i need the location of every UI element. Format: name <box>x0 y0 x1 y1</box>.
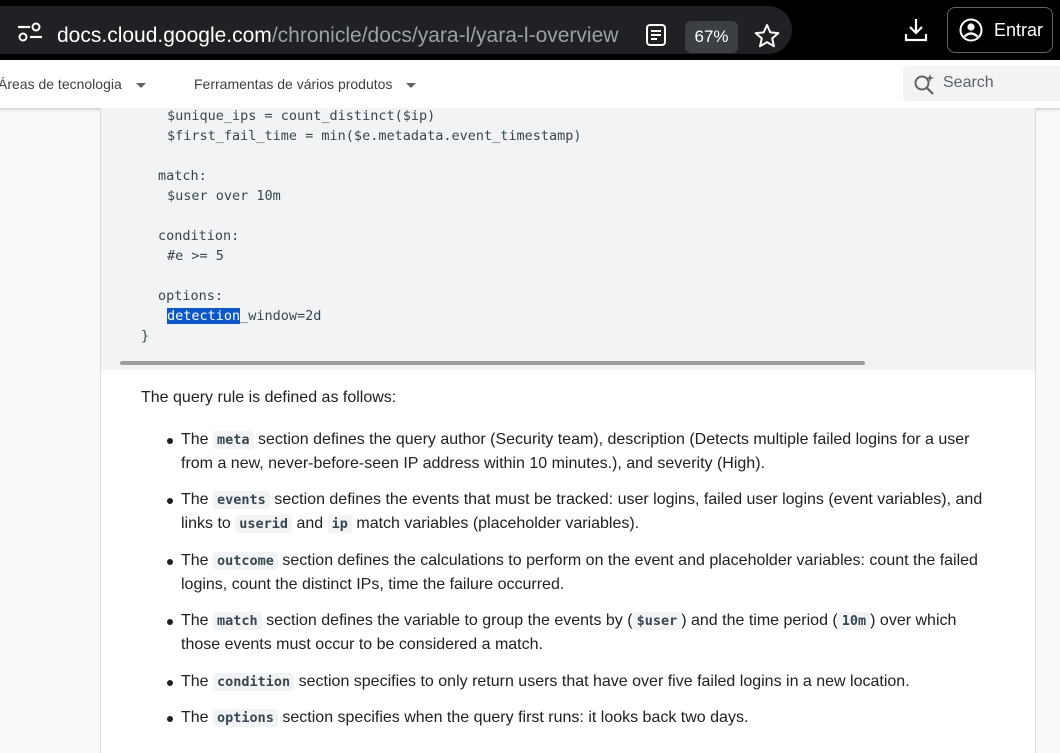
text: section specifies when the query first r… <box>282 709 749 726</box>
code-line: #e >= 5 <box>167 248 224 264</box>
code-line: options: <box>158 288 224 304</box>
text: section defines the variable to group th… <box>266 612 633 629</box>
text: section defines the events that must be … <box>274 491 983 508</box>
inline-code: match <box>213 612 262 630</box>
inline-code: meta <box>213 431 254 449</box>
text: links to <box>181 515 231 532</box>
url-path: /chronicle/docs/yara-l/yara-l-overview <box>271 24 619 47</box>
text: ) and the time period ( <box>681 612 838 629</box>
text: section defines the query author (Securi… <box>258 431 970 448</box>
signin-button[interactable]: Entrar <box>947 7 1053 53</box>
inline-code: condition <box>213 673 295 691</box>
text: The <box>181 431 209 448</box>
text: logins, count the distinct IPs, time the… <box>181 576 565 593</box>
zoom-level-button[interactable]: 67% <box>685 21 738 53</box>
text: The <box>181 552 209 569</box>
text: The <box>181 612 209 629</box>
inline-code: events <box>213 491 270 509</box>
nav-item-label: Ferramentas de vários produtos <box>194 76 393 92</box>
bookmark-star-icon[interactable] <box>754 23 780 49</box>
signin-label: Entrar <box>994 20 1044 40</box>
inline-code: ip <box>327 515 352 533</box>
code-line: } <box>141 328 150 344</box>
docs-nav-bar: Áreas de tecnologia Ferramentas de vário… <box>0 60 1060 108</box>
inline-code: 10m <box>837 612 871 630</box>
list-item: The outcome section defines the calculat… <box>165 549 985 597</box>
inline-code: $user <box>632 612 682 630</box>
inline-code: userid <box>235 515 293 533</box>
text: match variables (placeholder variables). <box>356 515 640 532</box>
address-bar[interactable]: docs.cloud.google.com/chronicle/docs/yar… <box>0 6 792 54</box>
text: those events must occur to be considered… <box>181 636 543 653</box>
search-box[interactable] <box>903 66 1060 101</box>
article-body: $unique_ips = count_distinct($ip) $first… <box>100 108 1036 753</box>
inline-code: options <box>213 709 278 727</box>
code-block[interactable]: $unique_ips = count_distinct($ip) $first… <box>101 108 1035 370</box>
selected-text: detection <box>167 308 241 324</box>
download-icon[interactable] <box>902 16 930 44</box>
site-info-icon[interactable] <box>17 22 43 42</box>
text: The <box>181 491 209 508</box>
url-host: docs.cloud.google.com <box>57 24 272 47</box>
list-item: The events section defines the events th… <box>165 488 985 536</box>
nav-item-label: Áreas de tecnologia <box>0 76 122 92</box>
search-input[interactable] <box>943 74 1053 92</box>
code-line: $user over 10m <box>167 188 281 204</box>
text: and <box>296 515 324 532</box>
code-line: $first_fail_time = min($e.metadata.event… <box>167 128 582 144</box>
text: from a new, never-before-seen IP address… <box>181 455 765 472</box>
list-item: The options section specifies when the q… <box>165 706 985 730</box>
chevron-down-icon <box>406 82 417 88</box>
code-line: match: <box>158 168 207 184</box>
reader-mode-icon[interactable] <box>645 23 667 47</box>
browser-toolbar: docs.cloud.google.com/chronicle/docs/yar… <box>0 0 1060 60</box>
paragraph: The query rule is defined as follows: <box>141 389 397 406</box>
url-text[interactable]: docs.cloud.google.com/chronicle/docs/yar… <box>57 24 618 48</box>
account-icon <box>959 18 983 42</box>
code-line: detection_window=2d <box>167 308 321 324</box>
text: section specifies to only return users t… <box>298 673 910 690</box>
text: The <box>181 673 209 690</box>
list-item: The condition section specifies to only … <box>165 670 985 694</box>
text: The <box>181 709 209 726</box>
chevron-down-icon <box>135 82 146 88</box>
list-item: The match section defines the variable t… <box>165 609 985 657</box>
text: ) over which <box>870 612 957 629</box>
nav-item-cross-product-tools[interactable]: Ferramentas de vários produtos <box>194 76 417 92</box>
code-line: $unique_ips = count_distinct($ip) <box>167 108 436 124</box>
inline-code: outcome <box>213 552 278 570</box>
text: section defines the calculations to perf… <box>282 552 978 569</box>
code-line: condition: <box>158 228 240 244</box>
ai-search-icon <box>914 74 934 95</box>
code-text: _window=2d <box>240 308 322 324</box>
list-item: The meta section defines the query autho… <box>165 428 985 476</box>
code-horizontal-scrollbar[interactable] <box>120 361 865 365</box>
nav-item-technology-areas[interactable]: Áreas de tecnologia <box>0 76 146 92</box>
